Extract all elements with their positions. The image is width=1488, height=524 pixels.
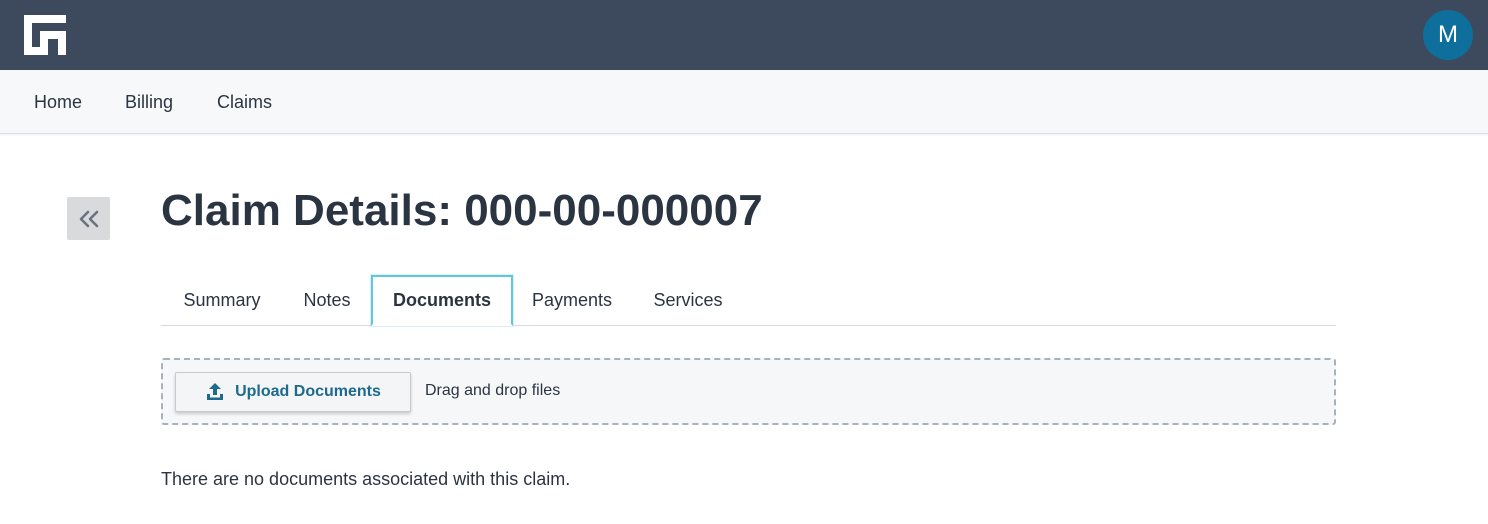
tab-notes[interactable]: Notes (283, 274, 371, 326)
main-nav: Home Billing Claims (0, 70, 1488, 134)
tab-payments[interactable]: Payments (513, 274, 631, 326)
upload-documents-label: Upload Documents (235, 383, 381, 400)
page-title: Claim Details: 000-00-000007 (161, 186, 763, 235)
tab-documents[interactable]: Documents (371, 275, 513, 326)
empty-documents-message: There are no documents associated with t… (161, 469, 571, 489)
user-avatar[interactable]: M (1423, 10, 1473, 60)
claim-tabs: Summary Notes Documents Payments Service… (161, 274, 1336, 326)
tab-summary[interactable]: Summary (161, 274, 283, 326)
top-header: M (0, 0, 1488, 70)
upload-icon (207, 383, 224, 400)
tab-services[interactable]: Services (631, 274, 745, 326)
collapse-sidebar-button[interactable] (67, 197, 110, 240)
nav-item-billing[interactable]: Billing (125, 92, 173, 113)
document-dropzone[interactable]: Upload Documents Drag and drop files (161, 358, 1336, 425)
avatar-initial: M (1438, 21, 1458, 48)
drop-hint-text: Drag and drop files (425, 382, 561, 399)
brand-logo-icon[interactable] (24, 15, 66, 55)
double-chevron-left-icon (79, 210, 98, 227)
nav-item-claims[interactable]: Claims (217, 92, 272, 113)
upload-documents-button[interactable]: Upload Documents (175, 372, 411, 412)
nav-item-home[interactable]: Home (34, 92, 82, 113)
